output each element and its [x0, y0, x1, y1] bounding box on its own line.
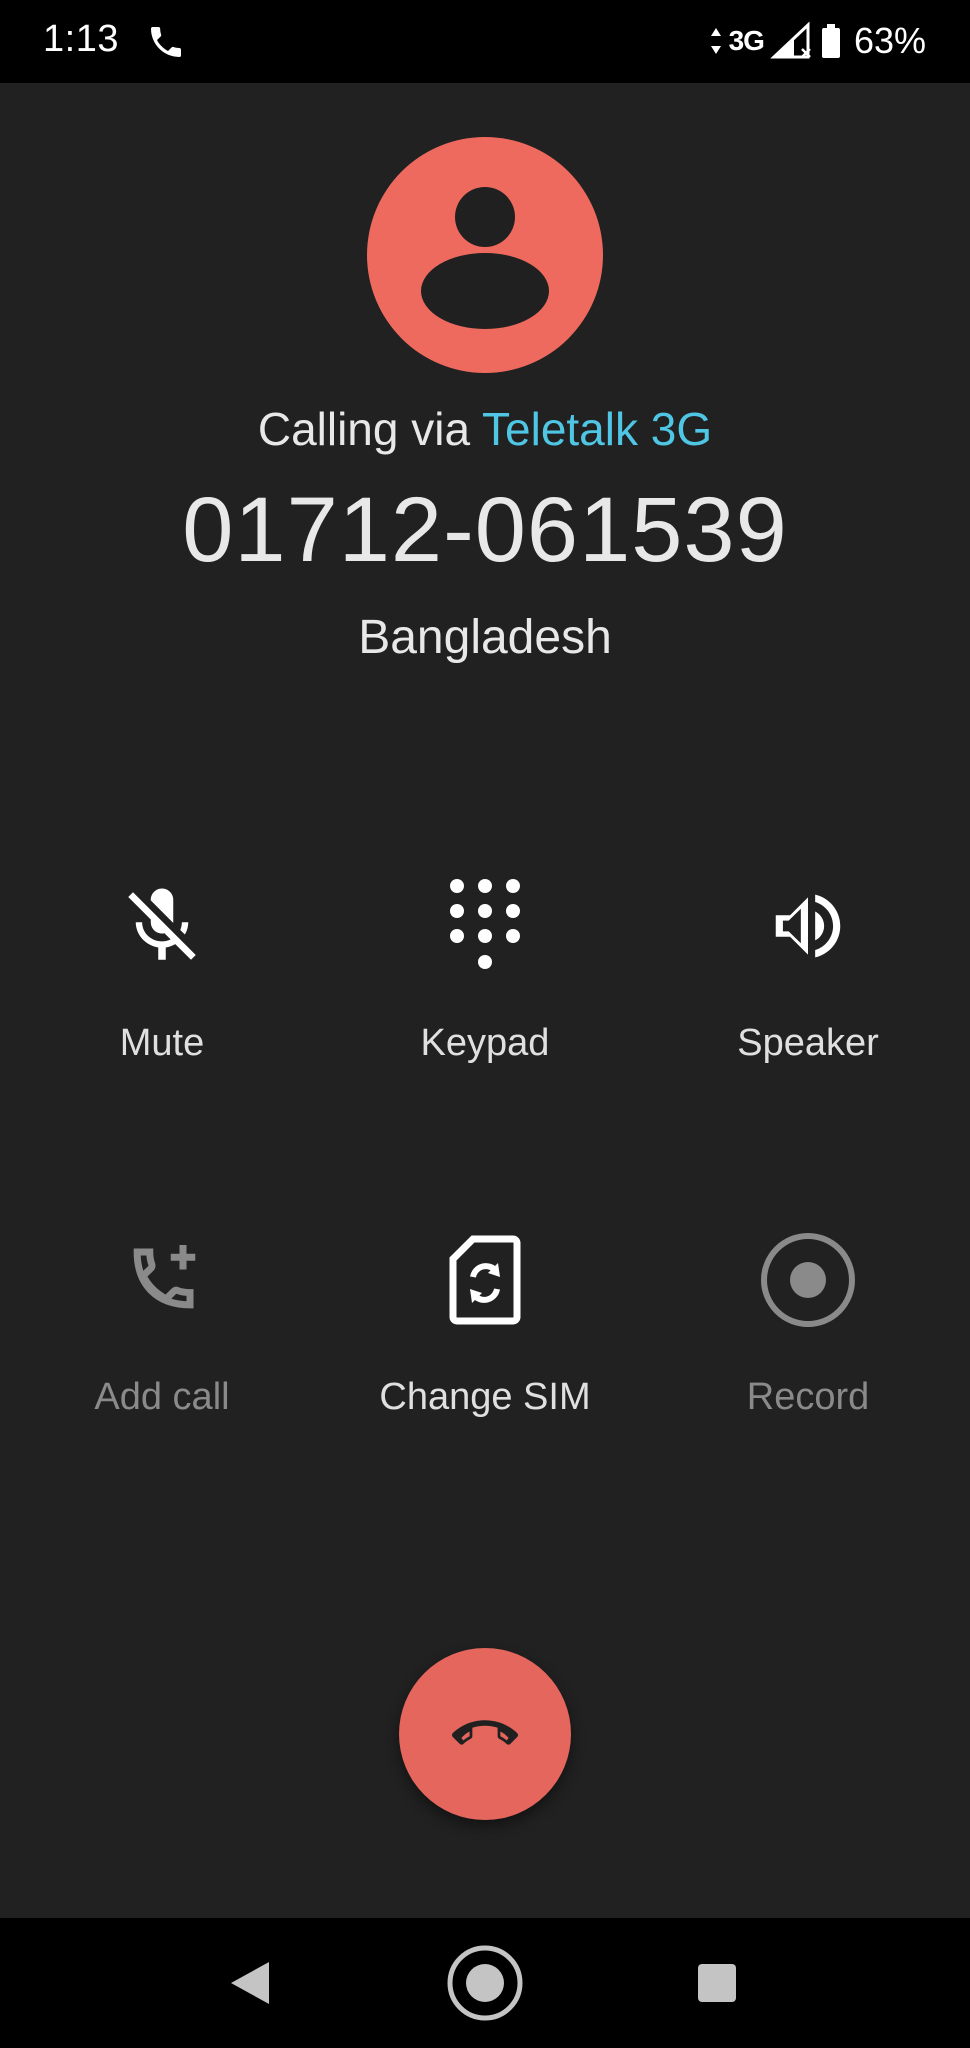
change-sim-button[interactable]: Change SIM — [335, 1220, 635, 1419]
back-triangle-icon — [231, 1962, 269, 2004]
speaker-label: Speaker — [737, 1022, 879, 1064]
contact-avatar — [367, 137, 603, 373]
calling-via-label: Calling via — [257, 403, 471, 455]
mic-off-icon — [128, 888, 196, 960]
calling-via: Calling via Teletalk 3G — [0, 402, 970, 456]
mute-label: Mute — [119, 1022, 205, 1064]
record-label: Record — [746, 1376, 870, 1418]
record-icon — [761, 1233, 855, 1327]
keypad-label: Keypad — [420, 1022, 550, 1064]
ongoing-call-icon — [151, 27, 181, 57]
recents-button[interactable] — [662, 1918, 772, 2048]
record-button[interactable]: Record — [658, 1220, 958, 1419]
home-circle-icon — [447, 1945, 523, 2021]
battery-percentage: 63% — [853, 20, 926, 61]
sim-swap-icon — [449, 1235, 521, 1325]
change-sim-label: Change SIM — [379, 1376, 591, 1418]
volume-up-icon — [775, 894, 841, 958]
caller-location: Bangladesh — [358, 611, 612, 664]
dialpad-icon — [450, 879, 520, 969]
add-call-label: Add call — [94, 1376, 230, 1418]
person-icon — [421, 187, 549, 329]
add-call-icon — [133, 1245, 196, 1309]
recents-square-icon — [698, 1964, 736, 2002]
status-time: 1:13 — [43, 18, 119, 60]
keypad-button[interactable]: Keypad — [335, 866, 635, 1065]
speaker-button[interactable]: Speaker — [658, 866, 958, 1065]
in-call-screen: 1:13 3G 63% Calling via Teletalk 3G 0171… — [0, 0, 970, 2048]
status-bar: 1:13 3G 63% — [0, 0, 970, 83]
status-icons: 3G 63% — [709, 16, 926, 66]
phone-number: 01712-061539 — [182, 479, 788, 581]
mute-button[interactable]: Mute — [12, 866, 312, 1065]
network-type: 3G — [728, 25, 765, 56]
end-call-button[interactable] — [399, 1648, 571, 1820]
navigation-bar — [0, 1918, 970, 2048]
data-arrows-icon — [710, 28, 721, 54]
back-button[interactable] — [195, 1918, 305, 2048]
battery-icon — [821, 24, 840, 58]
signal-icon — [770, 21, 811, 59]
home-button[interactable] — [430, 1918, 540, 2048]
carrier-name: Teletalk 3G — [482, 403, 713, 455]
call-end-icon — [452, 1720, 518, 1745]
add-call-button[interactable]: Add call — [12, 1220, 312, 1419]
